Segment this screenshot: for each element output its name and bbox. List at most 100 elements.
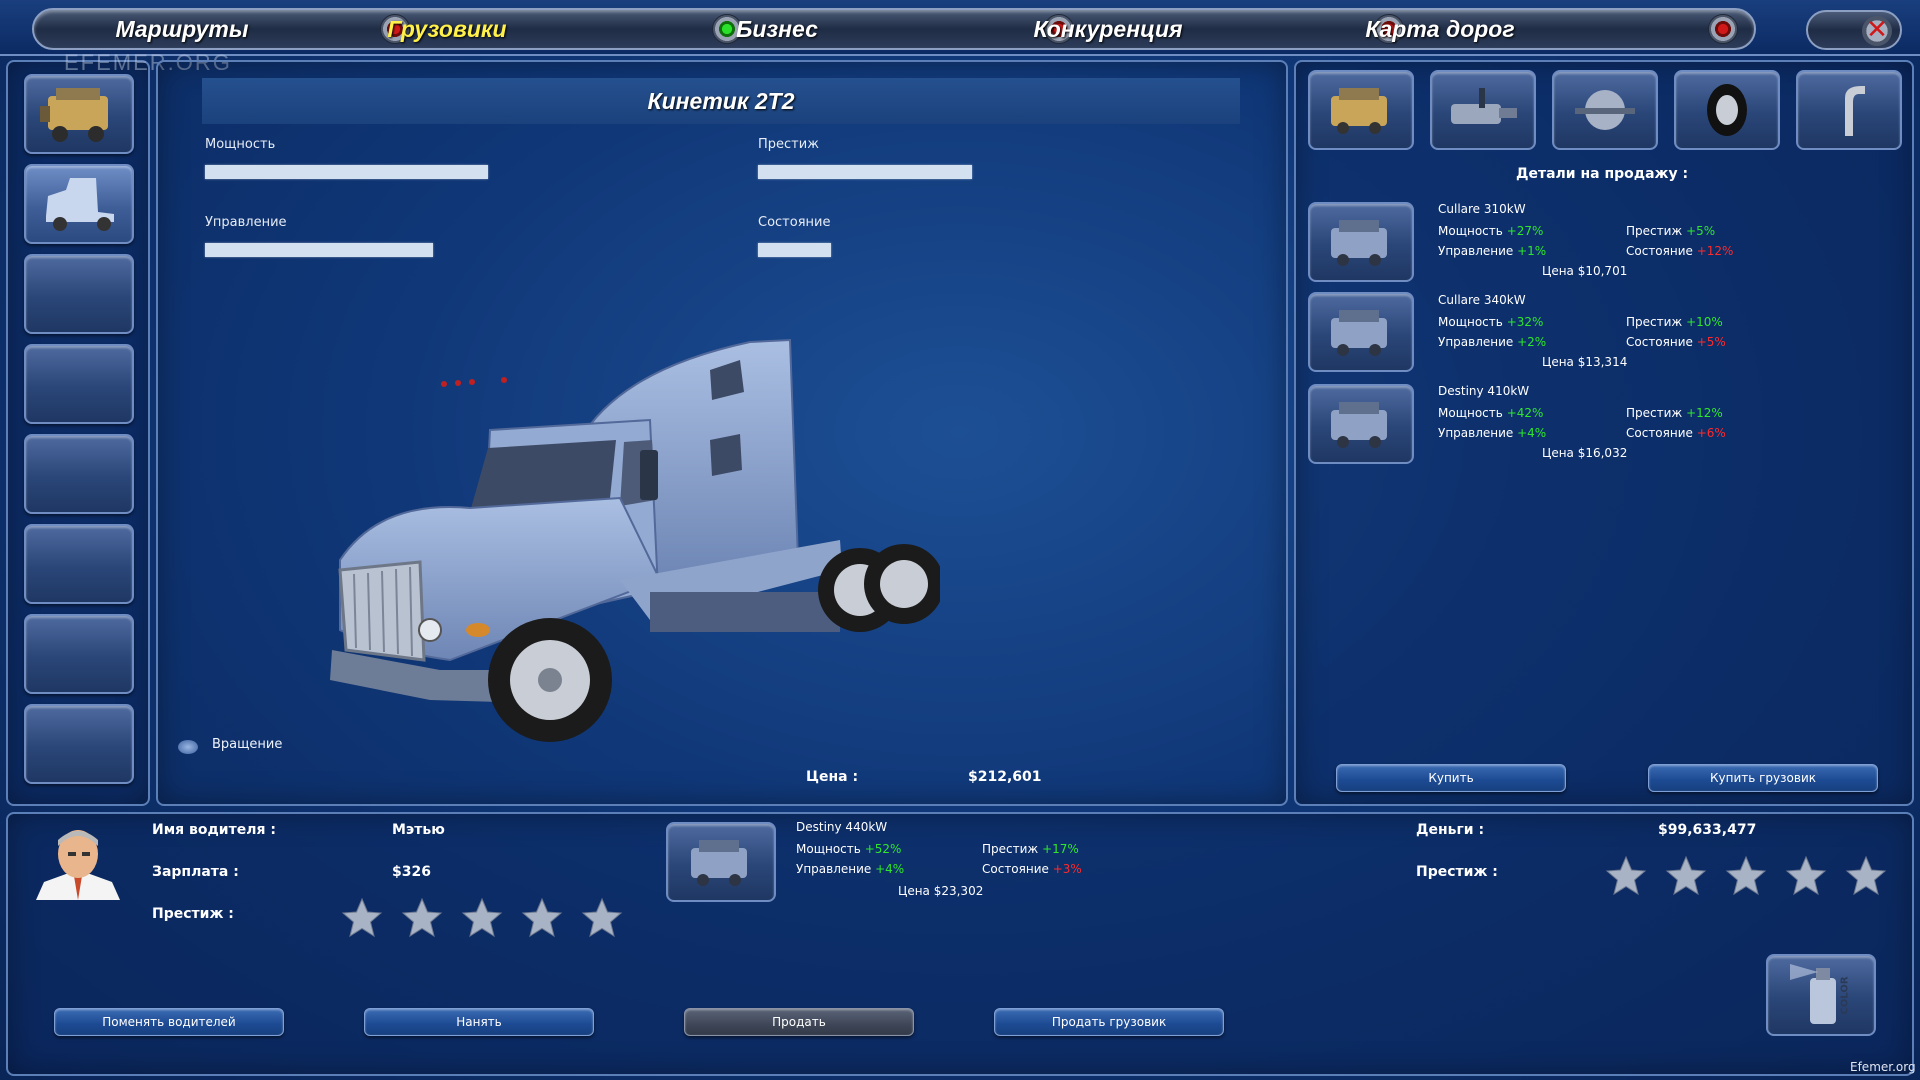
truck-price-value: $212,601 xyxy=(968,769,1042,785)
truck-slot-empty[interactable] xyxy=(24,344,134,424)
part-item-2-prestige-label: Престиж xyxy=(1626,315,1683,329)
money-label: Деньги : xyxy=(1416,822,1485,838)
part-item-3-name: Destiny 410kW xyxy=(1438,384,1530,398)
engine-icon xyxy=(1331,220,1387,266)
star-icon xyxy=(1845,855,1887,896)
exhaust-icon xyxy=(1845,86,1865,136)
part-item-2-condition: +5% xyxy=(1696,335,1726,349)
part-item-2-power: +32% xyxy=(1506,315,1544,329)
part-item-1[interactable] xyxy=(1308,202,1414,282)
tab-trucks[interactable]: Грузовики xyxy=(299,10,595,48)
paint-label: COLOR xyxy=(1839,976,1851,1015)
driver-panel xyxy=(6,812,1914,1076)
star-icon xyxy=(1725,855,1767,896)
part-item-3[interactable] xyxy=(1308,384,1414,464)
truck-thumbnail-icon xyxy=(46,178,114,231)
stat-handling-bar xyxy=(205,243,433,257)
driver-salary: $326 xyxy=(392,864,431,880)
stat-condition-label: Состояние xyxy=(758,215,831,230)
truck-model-view[interactable] xyxy=(320,330,940,770)
chassis-icon xyxy=(1575,90,1635,130)
installed-part-handling-label: Управление xyxy=(796,862,872,876)
part-item-2-name: Cullare 340kW xyxy=(1438,293,1526,307)
truck-slot-empty[interactable] xyxy=(24,614,134,694)
status-led-icon xyxy=(1708,14,1738,44)
part-item-3-power-label: Мощность xyxy=(1438,406,1503,420)
driver-name-label: Имя водителя : xyxy=(152,822,276,838)
sell-button[interactable]: Продать xyxy=(684,1008,914,1036)
part-item-1-prestige: +5% xyxy=(1686,224,1716,238)
parts-panel-title: Детали на продажу : xyxy=(1516,166,1689,182)
part-category-transmission[interactable] xyxy=(1430,70,1536,150)
truck-slot-empty[interactable] xyxy=(24,254,134,334)
part-item-2-condition-label: Состояние xyxy=(1626,335,1693,349)
engine-icon xyxy=(1331,402,1387,448)
truck-slot-empty[interactable] xyxy=(24,704,134,784)
part-category-engine[interactable] xyxy=(1308,70,1414,150)
change-drivers-button[interactable]: Поменять водителей xyxy=(54,1008,284,1036)
installed-part-power: +52% xyxy=(864,842,902,856)
rotate-icon[interactable] xyxy=(178,740,198,754)
star-icon xyxy=(401,897,443,938)
hire-button[interactable]: Нанять xyxy=(364,1008,594,1036)
part-item-3-prestige-label: Престиж xyxy=(1626,406,1683,420)
stat-power-bar xyxy=(205,165,488,179)
tab-competition[interactable]: Конкуренция xyxy=(960,10,1256,48)
installed-part-condition: +3% xyxy=(1052,862,1082,876)
driver-avatar xyxy=(36,830,120,900)
top-navigation: Маршруты Грузовики Бизнес Конкуренция Ка… xyxy=(0,0,1920,56)
part-item-3-prestige: +12% xyxy=(1686,406,1723,420)
paint-button[interactable] xyxy=(1766,954,1876,1036)
truck-slot-empty[interactable] xyxy=(24,524,134,604)
driver-name: Мэтью xyxy=(392,822,445,838)
part-item-3-price: Цена $16,032 xyxy=(1542,446,1628,460)
part-category-tires[interactable] xyxy=(1674,70,1780,150)
driver-salary-label: Зарплата : xyxy=(152,864,239,880)
part-item-1-power: +27% xyxy=(1506,224,1544,238)
part-item-2[interactable] xyxy=(1308,292,1414,372)
installed-part-name: Destiny 440kW xyxy=(796,820,888,834)
star-icon xyxy=(341,897,383,938)
buy-part-button[interactable]: Купить xyxy=(1336,764,1566,792)
truck-price-label: Цена : xyxy=(806,769,859,785)
part-item-1-prestige-label: Престиж xyxy=(1626,224,1683,238)
stat-prestige-label: Престиж xyxy=(758,137,819,152)
truck-slot-1[interactable] xyxy=(24,164,134,244)
engine-icon xyxy=(1331,310,1387,356)
part-category-exhaust[interactable] xyxy=(1796,70,1902,150)
part-item-2-price: Цена $13,314 xyxy=(1542,355,1628,369)
tab-routes[interactable]: Маршруты xyxy=(34,10,330,48)
installed-part-prestige-label: Престиж xyxy=(982,842,1039,856)
part-item-2-handling-label: Управление xyxy=(1438,335,1514,349)
star-icon xyxy=(461,897,503,938)
installed-part-prestige: +17% xyxy=(1042,842,1079,856)
truck-slot-empty[interactable] xyxy=(24,434,134,514)
star-icon xyxy=(1785,855,1827,896)
stat-prestige-bar xyxy=(758,165,972,179)
close-icon: ✕ xyxy=(1862,16,1892,46)
part-item-3-condition-label: Состояние xyxy=(1626,426,1693,440)
star-icon xyxy=(1665,855,1707,896)
tab-business[interactable]: Бизнес xyxy=(629,10,925,48)
star-icon xyxy=(521,897,563,938)
part-item-2-prestige: +10% xyxy=(1686,315,1723,329)
part-category-chassis[interactable] xyxy=(1552,70,1658,150)
installed-part-icon[interactable] xyxy=(666,822,776,902)
star-icon xyxy=(1605,855,1647,896)
part-item-1-condition: +12% xyxy=(1696,244,1734,258)
sell-truck-button[interactable]: Продать грузовик xyxy=(994,1008,1224,1036)
installed-part-power-label: Мощность xyxy=(796,842,861,856)
close-button[interactable]: ✕ xyxy=(1806,10,1902,50)
stat-condition-bar xyxy=(758,243,831,257)
part-item-1-handling: +1% xyxy=(1517,244,1547,258)
part-item-1-name: Cullare 310kW xyxy=(1438,202,1526,216)
company-prestige-label: Престиж : xyxy=(1416,864,1498,880)
part-item-1-power-label: Мощность xyxy=(1438,224,1503,238)
truck-slot-engine-view[interactable] xyxy=(24,74,134,154)
part-item-3-handling: +4% xyxy=(1517,426,1547,440)
part-item-3-condition: +6% xyxy=(1696,426,1726,440)
tab-road-map[interactable]: Карта дорог xyxy=(1292,10,1588,48)
engine-icon xyxy=(691,840,747,886)
engine-icon xyxy=(40,88,108,142)
buy-truck-button[interactable]: Купить грузовик xyxy=(1648,764,1878,792)
